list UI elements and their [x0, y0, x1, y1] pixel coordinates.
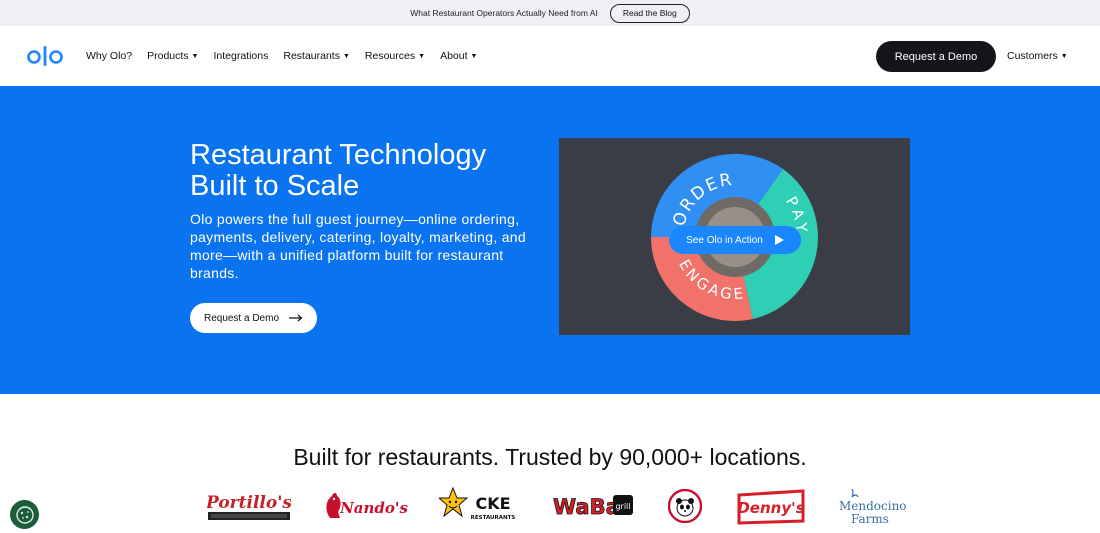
dennys-logo-graphic: Denny's: [737, 489, 805, 525]
panda-express-logo-graphic: [668, 489, 702, 523]
nandos-logo-graphic: Nando's: [326, 493, 408, 518]
brand-logo-portillos: Portillo's: [207, 490, 291, 522]
hero-button-label: Request a Demo: [203, 312, 280, 324]
play-label: See Olo in Action: [686, 234, 763, 246]
svg-text:CKE: CKE: [475, 494, 510, 513]
caret-down-icon: ▼: [342, 52, 350, 60]
customer-logos: Portillo's Nando's CKE RESTAURANTS WaBa …: [0, 484, 1100, 528]
olo-logo[interactable]: [27, 44, 63, 68]
caret-down-icon: ▼: [418, 52, 426, 60]
nav-link-label: Integrations: [213, 50, 269, 62]
brand-portillos-text: Portillo's: [207, 493, 291, 513]
nav-products[interactable]: Products ▼: [147, 50, 198, 62]
nav-customers[interactable]: Customers ▼: [1007, 26, 1068, 86]
hero-subtitle: Olo powers the full guest journey—online…: [190, 211, 526, 281]
svg-text:grill: grill: [615, 502, 630, 511]
portillos-logo-graphic: Portillo's: [207, 493, 291, 520]
nav-about[interactable]: About ▼: [440, 50, 477, 62]
arrow-right-icon: [289, 314, 303, 322]
brand-logo-nandos: Nando's: [322, 490, 408, 522]
hero-section: Restaurant Technology Built to Scale Olo…: [0, 86, 1100, 394]
nav-link-label: Why Olo?: [86, 50, 133, 62]
brand-nandos-text: Nando's: [339, 499, 408, 517]
nav-resources[interactable]: Resources ▼: [365, 50, 425, 62]
hero-request-demo-button[interactable]: Request a Demo: [190, 303, 317, 333]
brand-logo-dennys: Denny's: [737, 489, 805, 525]
brand-logo-cke: CKE RESTAURANTS: [439, 486, 519, 526]
nav-link-label: Customers: [1007, 50, 1058, 62]
brand-logo-waba-grill: WaBa grill: [551, 492, 635, 520]
request-demo-button[interactable]: Request a Demo: [876, 41, 996, 72]
video-thumbnail[interactable]: ORDER PAY ENGAGE See Olo in Action: [559, 138, 910, 335]
see-olo-in-action-button[interactable]: See Olo in Action: [669, 226, 801, 254]
svg-text:RESTAURANTS: RESTAURANTS: [471, 515, 516, 521]
nav-link-label: About: [440, 50, 468, 62]
nav-integrations[interactable]: Integrations: [213, 50, 268, 62]
cke-logo-graphic: CKE RESTAURANTS: [439, 486, 516, 521]
caret-down-icon: ▼: [470, 52, 478, 60]
nav-link-label: Restaurants: [283, 50, 340, 62]
mendocino-logo-graphic: Mendocino Farms: [839, 488, 907, 526]
caret-down-icon: ▼: [191, 52, 199, 60]
announcement-text: What Restaurant Operators Actually Need …: [410, 8, 598, 18]
nav-why-olo[interactable]: Why Olo?: [86, 50, 132, 62]
brand-logo-panda-express: [668, 489, 702, 523]
play-icon: [774, 235, 784, 245]
main-nav: Why Olo? Products ▼ Integrations Restaura…: [0, 26, 1100, 86]
nav-links: Why Olo? Products ▼ Integrations Restaura…: [86, 26, 477, 86]
nav-restaurants[interactable]: Restaurants ▼: [283, 50, 350, 62]
caret-down-icon: ▼: [1060, 52, 1068, 60]
announcement-bar: What Restaurant Operators Actually Need …: [0, 0, 1100, 26]
brand-dennys-text: Denny's: [737, 499, 804, 517]
svg-text:WaBa: WaBa: [553, 495, 620, 519]
svg-text:Farms: Farms: [851, 512, 889, 526]
trust-heading: Built for restaurants. Trusted by 90,000…: [293, 444, 807, 470]
cookie-settings-button[interactable]: [10, 500, 39, 529]
hero-title: Restaurant Technology Built to Scale: [190, 139, 487, 202]
svg-text:Mendocino: Mendocino: [839, 499, 907, 513]
cookie-icon: [15, 505, 34, 524]
waba-logo-graphic: WaBa grill: [553, 495, 633, 519]
nav-link-label: Resources: [364, 50, 416, 62]
brand-logo-mendocino-farms: Mendocino Farms: [836, 487, 908, 527]
read-blog-button[interactable]: Read the Blog: [609, 3, 690, 23]
nav-link-label: Products: [147, 50, 189, 62]
